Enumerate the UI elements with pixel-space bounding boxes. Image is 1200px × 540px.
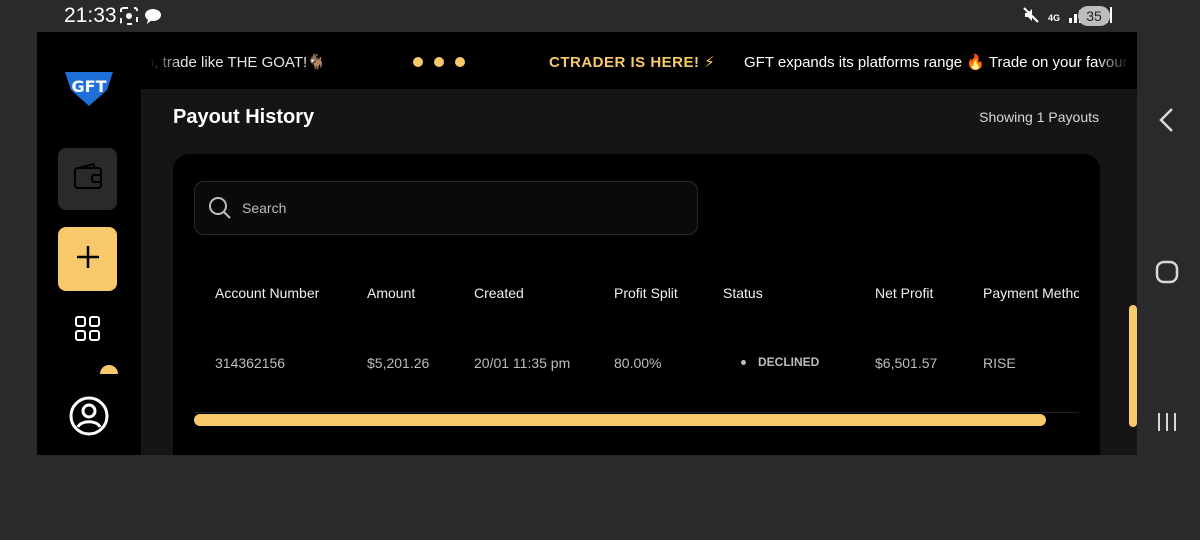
horizontal-scrollbar[interactable] — [194, 414, 1046, 426]
status-dot — [741, 359, 746, 365]
payout-count: Showing 1 Payouts — [979, 109, 1099, 125]
column-header-net-profit[interactable]: Net Profit — [875, 285, 933, 301]
dashboard-grid-button[interactable] — [74, 315, 102, 348]
column-header-status[interactable]: Status — [723, 285, 763, 301]
cell-payment-method: RISE — [983, 355, 1016, 371]
cell-created: 20/01 11:35 pm — [474, 355, 571, 371]
ticker-highlight: CTRADER IS HERE! ⚡ — [549, 54, 716, 71]
cell-profit-split: 80.00% — [614, 355, 662, 371]
bottom-area — [37, 455, 1200, 540]
status-time: 21:33 — [64, 4, 117, 27]
cell-status: DECLINED — [741, 355, 819, 369]
news-ticker[interactable]: rn, trade like THE GOAT!🐐 CTRADER IS HER… — [141, 32, 1137, 89]
ticker-separator — [413, 57, 465, 67]
recents-nav-button[interactable] — [1155, 410, 1179, 439]
add-account-button[interactable] — [58, 227, 117, 291]
wallet-button[interactable] — [58, 148, 117, 210]
page-title: Payout History — [173, 106, 315, 128]
cell-net-profit: $6,501.57 — [875, 355, 938, 371]
column-header-profit-split[interactable]: Profit Split — [614, 285, 678, 301]
mute-icon — [1022, 6, 1040, 29]
cell-amount: $5,201.26 — [367, 355, 430, 371]
app-frame: GFT rn, trade like THE GOAT!🐐 CTRADER IS… — [37, 32, 1137, 455]
wallet-icon — [73, 162, 103, 196]
battery-indicator: 35 — [1078, 6, 1110, 26]
notification-indicator — [100, 365, 118, 374]
row-divider — [194, 412, 1079, 413]
main-content: rn, trade like THE GOAT!🐐 CTRADER IS HER… — [141, 32, 1137, 455]
phone-status-bar: 21:33 4G 35 — [0, 0, 1200, 32]
ticker-fade-right — [1097, 32, 1137, 89]
screenshot-icon — [120, 7, 138, 30]
home-nav-button[interactable] — [1154, 259, 1180, 290]
gft-logo[interactable]: GFT — [61, 66, 117, 115]
network-type-label: 4G — [1047, 12, 1060, 23]
status-badge: DECLINED — [758, 355, 820, 369]
chat-bubble-icon — [144, 7, 162, 30]
sidebar: GFT — [37, 32, 141, 455]
back-nav-button[interactable] — [1156, 106, 1178, 139]
user-icon — [68, 396, 110, 441]
column-header-account-number[interactable]: Account Number — [215, 285, 319, 301]
plus-icon — [75, 244, 101, 275]
cell-account-number: 314362156 — [215, 355, 286, 371]
grid-icon — [74, 316, 102, 347]
column-header-created[interactable]: Created — [474, 285, 524, 301]
profile-button[interactable] — [68, 395, 110, 442]
gft-logo-text: GFT — [72, 77, 107, 96]
vertical-scrollbar[interactable] — [1129, 305, 1137, 427]
payout-table: Account Number Amount Created Profit Spl… — [173, 154, 1079, 455]
ticker-fade-left — [141, 32, 181, 89]
column-header-payment-method[interactable]: Payment Method — [983, 285, 1079, 301]
payout-table-card: Account Number Amount Created Profit Spl… — [173, 154, 1100, 455]
ticker-text-right: GFT expands its platforms range 🔥 Trade … — [744, 54, 1137, 71]
column-header-amount[interactable]: Amount — [367, 285, 415, 301]
